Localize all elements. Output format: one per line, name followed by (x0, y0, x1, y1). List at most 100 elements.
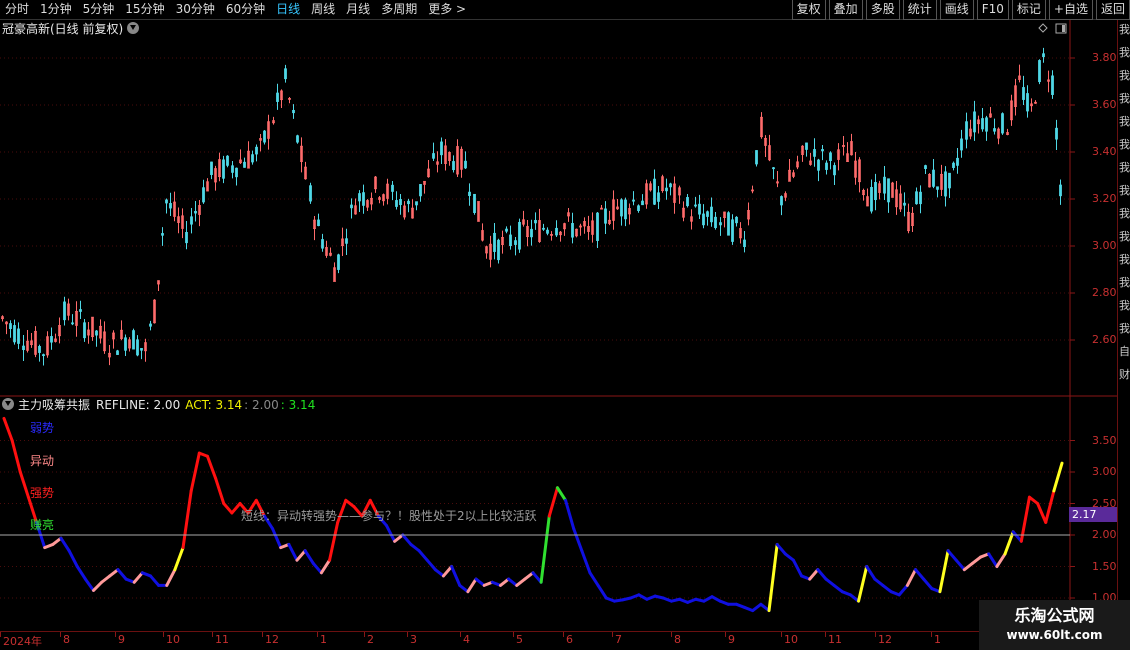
candle-body (706, 211, 709, 217)
candle-body (780, 196, 783, 206)
indicator-segment (865, 565, 877, 581)
candle-body (542, 227, 545, 230)
candle-body (263, 130, 266, 143)
date-tick (163, 632, 164, 637)
indicator-segment (10, 439, 22, 474)
indicator-segment (873, 577, 885, 587)
current-value-tag: 2.17 (1069, 507, 1117, 522)
candle-body (698, 203, 701, 215)
candle-body (981, 118, 984, 130)
date-label: 5 (516, 633, 523, 646)
side-strip-char: 我 (1119, 161, 1130, 174)
candle-body (534, 219, 537, 224)
date-label: 7 (615, 633, 622, 646)
date-label: 8 (674, 633, 681, 646)
date-tick (317, 632, 318, 637)
candle-body (555, 227, 558, 236)
candle-body (817, 159, 820, 171)
date-tick (612, 632, 613, 637)
indicator-segment (450, 565, 462, 587)
candle-body (669, 183, 672, 188)
side-strip-char: 自 (1119, 345, 1130, 358)
candle-body (829, 152, 832, 161)
date-label: 4 (463, 633, 470, 646)
candle-body (276, 92, 279, 102)
candle-body (948, 172, 951, 189)
candle-body (735, 216, 738, 224)
side-strip-char: 我 (1119, 207, 1130, 220)
date-tick (407, 632, 408, 637)
indicator-segment (555, 486, 568, 502)
indicator-segment (938, 549, 950, 594)
candle-body (468, 191, 471, 196)
candle-body (161, 233, 164, 236)
side-strip-char: 我 (1119, 322, 1130, 335)
candlesticks (1, 47, 1062, 366)
candle-body (185, 232, 188, 244)
indicator-segment (857, 565, 869, 603)
indicator-segment (539, 514, 551, 584)
candle-body (993, 128, 996, 132)
candle-body (632, 199, 635, 202)
indicator-segment (987, 552, 999, 568)
candle-body (419, 184, 422, 197)
candle-body (226, 155, 229, 166)
indicator-segment (791, 558, 804, 578)
indicator-segment (328, 520, 340, 562)
window-icon-bar (1062, 25, 1065, 32)
indicator-segment (271, 527, 283, 550)
side-strip-char: 我 (1119, 46, 1130, 59)
candle-body (944, 171, 947, 197)
chevron-down-icon[interactable] (2, 398, 14, 410)
candle-body (805, 142, 808, 150)
indicator-segment (1027, 495, 1040, 505)
watermark-title: 乐淘公式网 (1014, 606, 1095, 625)
indicator-segment (230, 502, 242, 515)
candle-body (813, 149, 816, 157)
candle-body (932, 169, 935, 187)
indicator-segment (181, 489, 193, 550)
indicator-segment (832, 583, 844, 594)
strategy-note: 短线：异动转强势——参与？！股性处于2以上比较活跃 (241, 509, 537, 523)
indicator-segment (1052, 461, 1064, 493)
candle-body (743, 239, 746, 248)
candle-body (985, 117, 988, 132)
candle-body (514, 240, 517, 245)
side-strip-char: 我 (1119, 138, 1130, 151)
candle-body (395, 200, 398, 207)
indicator-segment (393, 533, 405, 543)
date-label: 3 (410, 633, 417, 646)
side-strip-char: 我 (1119, 184, 1130, 197)
date-tick (212, 632, 213, 637)
date-label: 8 (63, 633, 70, 646)
candle-body (124, 337, 127, 351)
candle-body (530, 228, 533, 238)
candle-body (140, 348, 143, 351)
candle-body (604, 208, 607, 224)
date-label: 12 (878, 633, 892, 646)
indicator-name: 主力吸筹共振 (18, 398, 91, 412)
indicator-segment (474, 577, 486, 587)
candle-body (505, 228, 508, 232)
candle-body (1026, 93, 1029, 112)
indicator-segment (588, 571, 600, 587)
date-tick (563, 632, 564, 637)
charts-canvas (0, 20, 1117, 631)
side-info-strip[interactable]: 我我我我我我我我我我我我我我自财 (1117, 20, 1130, 650)
date-label: 11 (215, 633, 229, 646)
indicator-segment (897, 583, 909, 597)
indicator-segment (409, 542, 421, 553)
date-tick (262, 632, 263, 637)
candle-body (883, 176, 886, 194)
candle-body (415, 201, 418, 206)
diamond-icon (1038, 23, 1048, 33)
price-tick-label: 3.20 (1092, 192, 1117, 205)
candle-body (13, 325, 16, 343)
candle-body (833, 165, 836, 176)
candle-body (452, 161, 455, 171)
candle-body (973, 111, 976, 133)
candle-body (202, 187, 205, 203)
date-tick (725, 632, 726, 637)
candle-body (952, 162, 955, 168)
candle-body (596, 212, 599, 241)
